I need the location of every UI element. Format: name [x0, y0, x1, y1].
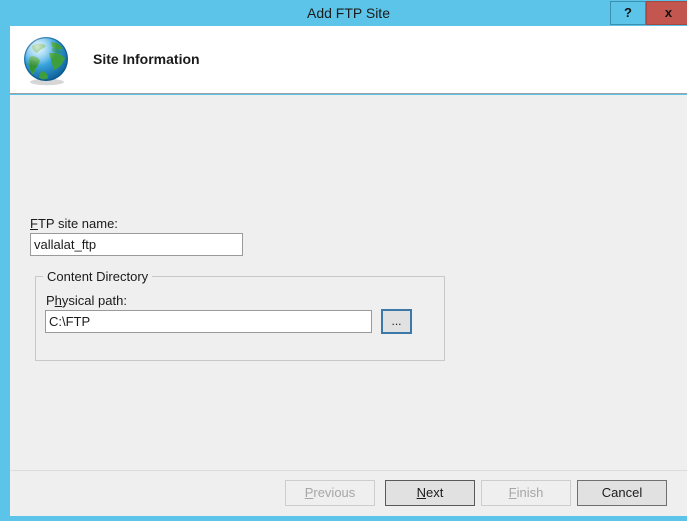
page-title: Site Information	[93, 51, 200, 67]
add-ftp-site-dialog: Add FTP Site ? x Site Information FTP si…	[0, 0, 687, 521]
finish-button-rest: inish	[516, 485, 544, 500]
next-button[interactable]: Next	[385, 480, 475, 506]
dialog-footer: Previous Next Finish Cancel	[10, 470, 687, 516]
title-bar[interactable]: Add FTP Site ? x	[5, 0, 687, 26]
ftp-site-name-label: FTP site name:	[30, 216, 118, 231]
dialog-header: Site Information	[10, 26, 687, 94]
physical-path-label-accel: h	[54, 293, 62, 308]
close-button[interactable]: x	[646, 1, 687, 25]
dialog-body: FTP site name: Content Directory Physica…	[10, 95, 687, 470]
physical-path-label: Physical path:	[46, 293, 127, 308]
next-button-rest: ext	[426, 485, 444, 500]
cancel-button[interactable]: Cancel	[577, 480, 667, 506]
previous-button-rest: revious	[313, 485, 356, 500]
physical-path-input[interactable]	[45, 310, 372, 333]
help-button[interactable]: ?	[610, 1, 646, 25]
physical-path-label-rest: ysical path:	[61, 293, 127, 308]
previous-button[interactable]: Previous	[285, 480, 375, 506]
globe-icon	[21, 35, 73, 87]
physical-path-label-prefix: P	[46, 293, 55, 308]
finish-button-accel: F	[508, 485, 517, 500]
ftp-site-name-input[interactable]	[30, 233, 243, 256]
window-title: Add FTP Site	[306, 5, 390, 21]
finish-button[interactable]: Finish	[481, 480, 571, 506]
ftp-site-name-label-rest: TP site name:	[37, 216, 118, 231]
ftp-site-name-label-accel: F	[30, 216, 38, 231]
browse-ellipsis-button[interactable]: ...	[381, 309, 412, 334]
next-button-accel: N	[416, 485, 427, 500]
content-directory-group-label: Content Directory	[43, 269, 153, 284]
